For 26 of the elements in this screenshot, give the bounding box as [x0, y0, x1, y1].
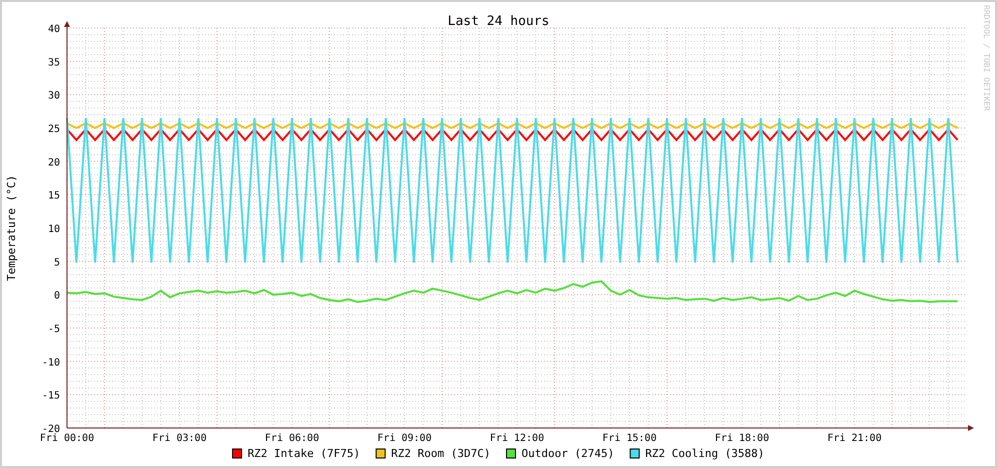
y-tick-label: 35 — [48, 57, 60, 68]
x-tick-label: Fri 06:00 — [264, 433, 320, 444]
y-axis-label: Temperature (°C) — [5, 175, 18, 281]
y-tick-label: -15 — [42, 390, 60, 402]
y-tick-label: 25 — [48, 124, 60, 135]
y-tick-label: -5 — [48, 324, 60, 335]
legend-label: Outdoor (2745) — [522, 447, 614, 460]
y-tick-label: 30 — [48, 90, 60, 102]
x-tick-label: Fri 00:00 — [40, 433, 94, 444]
chart-title: Last 24 hours — [448, 14, 550, 29]
y-tick-label: 5 — [54, 257, 60, 268]
x-tick-label: Fri 21:00 — [827, 433, 882, 444]
legend-label: RZ2 Intake (7F75) — [248, 447, 360, 460]
x-tick-label: Fri 18:00 — [714, 433, 770, 444]
x-tick-label: Fri 09:00 — [377, 433, 432, 444]
legend-label: RZ2 Room (3D7C) — [391, 447, 490, 460]
y-tick-label: -10 — [42, 357, 60, 368]
legend-label: RZ2 Cooling (3588) — [645, 447, 764, 460]
y-tick-label: 20 — [48, 157, 60, 168]
x-tick-label: Fri 12:00 — [490, 433, 544, 444]
x-tick-label: Fri 15:00 — [602, 433, 657, 444]
y-tick-label: 0 — [54, 290, 60, 302]
y-tick-label: 15 — [48, 190, 60, 202]
y-tick-label: 10 — [48, 224, 60, 235]
x-tick-label: Fri 03:00 — [152, 433, 207, 444]
y-tick-label: 40 — [48, 24, 60, 35]
